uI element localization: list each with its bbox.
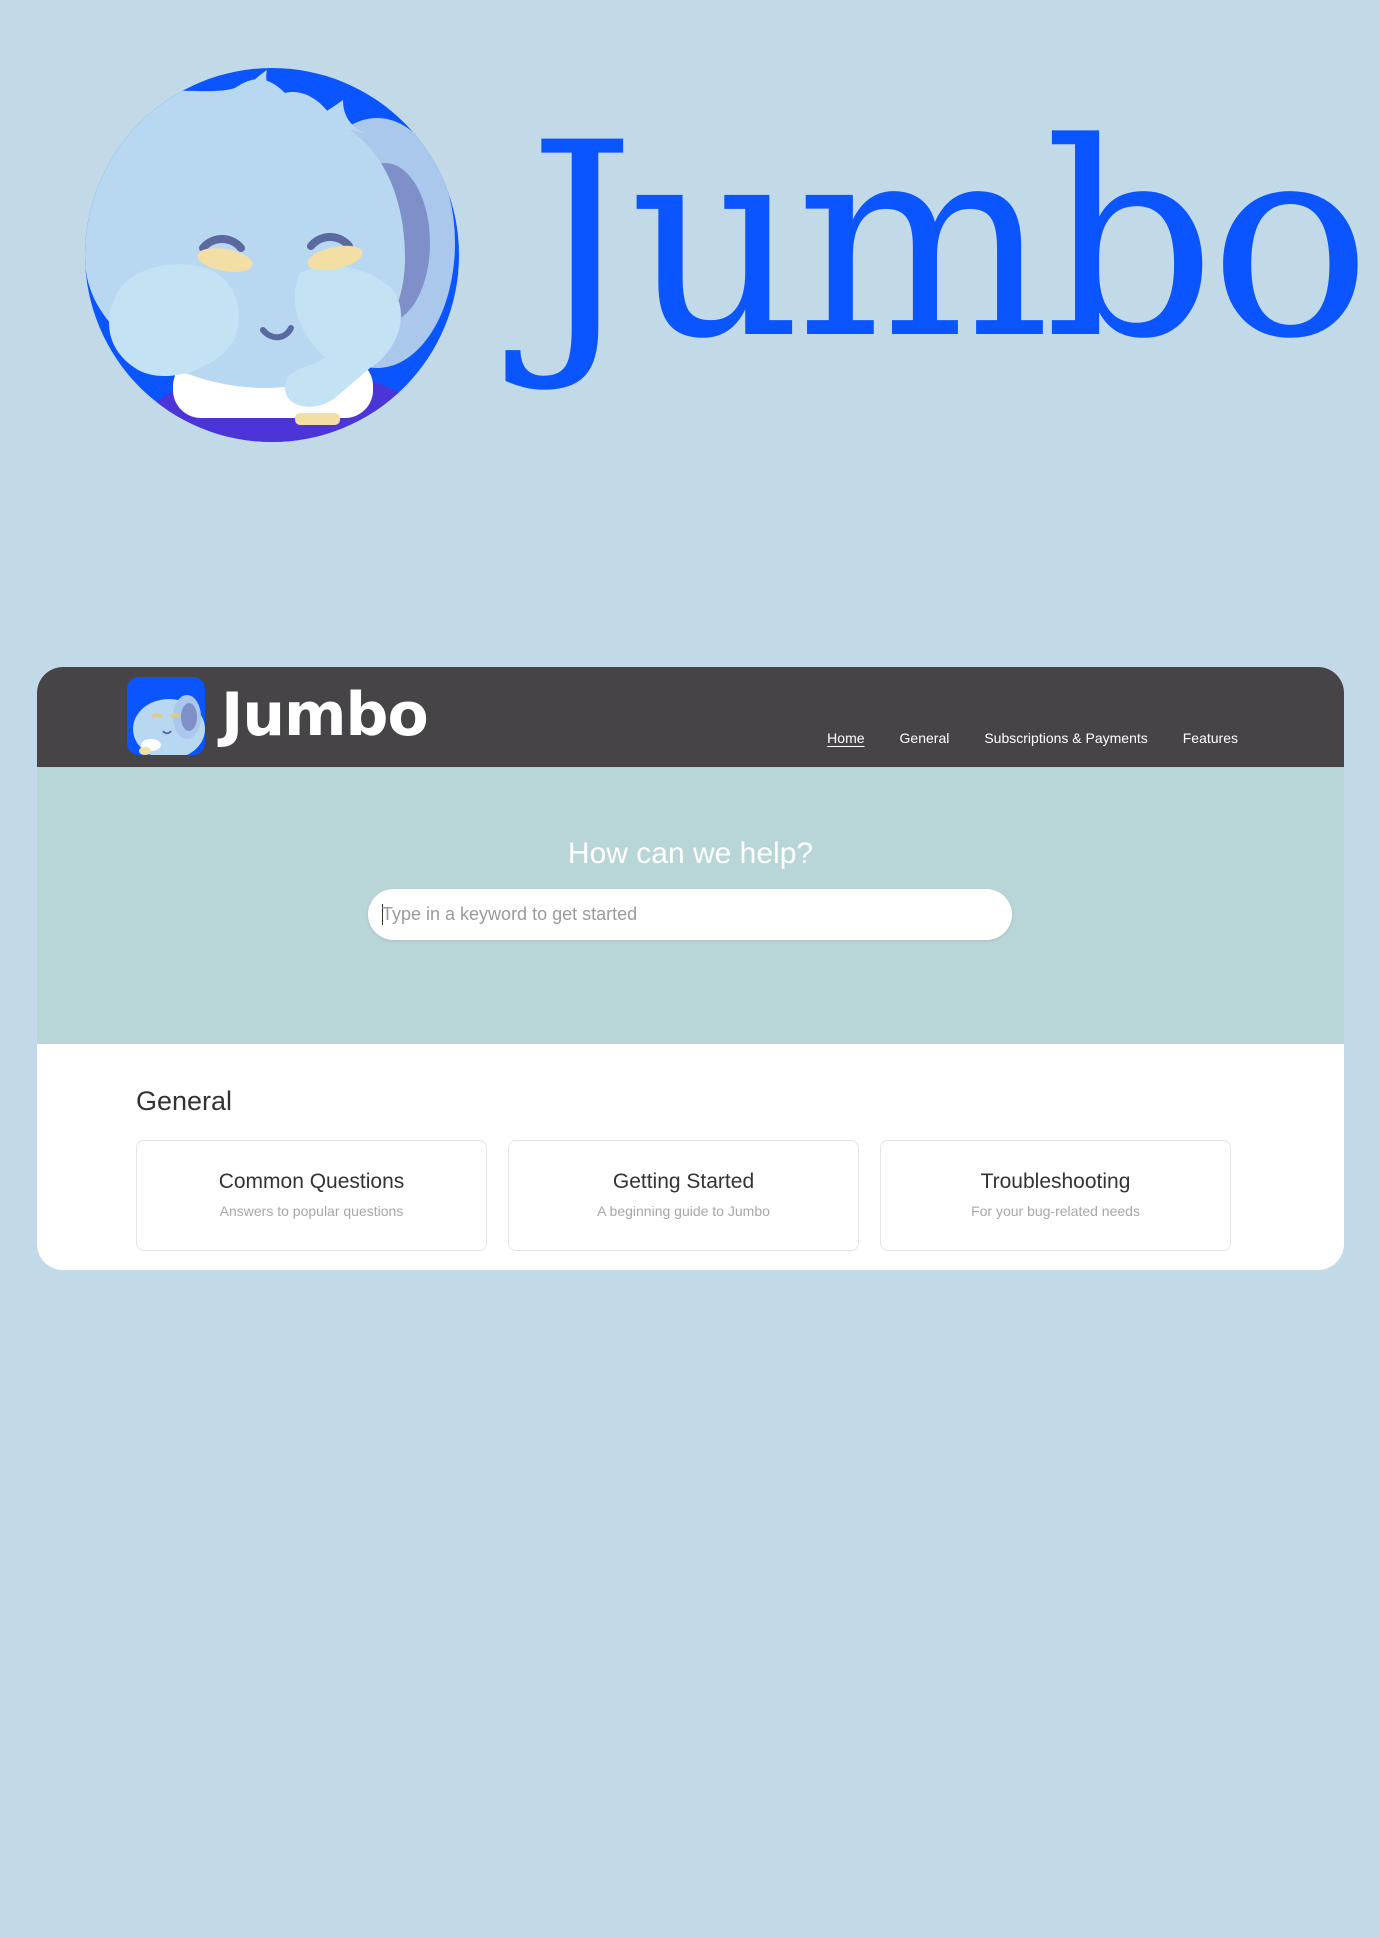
brand-elephant-icon[interactable]: [127, 677, 205, 755]
general-section-heading: General: [136, 1086, 233, 1116]
help-center-window: Jumbo Home General Subscriptions & Payme…: [37, 667, 1344, 1270]
main-nav: Home General Subscriptions & Payments Fe…: [827, 730, 1238, 746]
getting-started-tile[interactable]: Getting Started A beginning guide to Jum…: [508, 1140, 859, 1251]
search-box[interactable]: [368, 889, 1012, 940]
nav-general-link[interactable]: General: [900, 730, 950, 746]
brand-name[interactable]: Jumbo: [221, 683, 429, 747]
nav-features-link[interactable]: Features: [1183, 730, 1238, 746]
common-questions-tile[interactable]: Common Questions Answers to popular ques…: [136, 1140, 487, 1251]
tile-title: Troubleshooting: [980, 1170, 1131, 1193]
tile-subtitle: For your bug-related needs: [971, 1203, 1140, 1219]
hero-wordmark: Jumbo: [528, 86, 1371, 398]
search-title: How can we help?: [567, 837, 814, 870]
search-section: How can we help?: [37, 767, 1344, 1044]
tile-title: Getting Started: [612, 1170, 755, 1193]
nav-subscriptions-payments-link[interactable]: Subscriptions & Payments: [984, 730, 1147, 746]
hero-elephant-logo-icon: [85, 68, 460, 443]
search-input[interactable]: [382, 889, 992, 940]
tile-subtitle: Answers to popular questions: [219, 1203, 404, 1219]
general-category-tiles: Common Questions Answers to popular ques…: [136, 1140, 1231, 1251]
tile-title: Common Questions: [218, 1170, 405, 1193]
troubleshooting-tile[interactable]: Troubleshooting For your bug-related nee…: [880, 1140, 1231, 1251]
nav-home-link[interactable]: Home: [827, 730, 864, 746]
tile-subtitle: A beginning guide to Jumbo: [597, 1203, 770, 1219]
top-navigation-bar: Jumbo Home General Subscriptions & Payme…: [37, 667, 1344, 767]
